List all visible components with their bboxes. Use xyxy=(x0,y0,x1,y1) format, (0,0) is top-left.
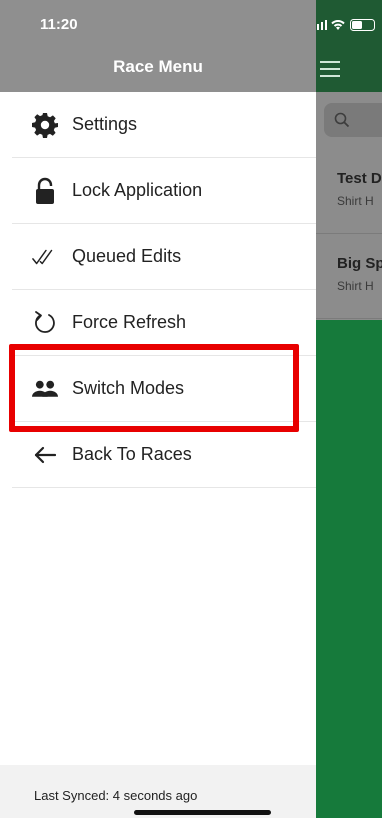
race-subtitle: Shirt H xyxy=(337,279,374,293)
status-time: 11:20 xyxy=(40,16,78,33)
status-icons xyxy=(316,12,382,32)
last-synced-text: Last Synced: 4 seconds ago xyxy=(34,788,198,803)
menu-item-label: Settings xyxy=(72,114,138,134)
arrow-left-icon xyxy=(32,443,58,467)
menu-item-lock-application[interactable]: Lock Application xyxy=(12,158,316,224)
background-app: Test D Shirt H Big Sp Shirt H xyxy=(316,0,382,818)
drawer-header: 11:20 Race Menu xyxy=(0,0,316,92)
drawer-title: Race Menu xyxy=(113,57,203,76)
race-title: Test D xyxy=(337,170,382,187)
race-title: Big Sp xyxy=(337,255,382,272)
app-header xyxy=(316,0,382,92)
menu-item-settings[interactable]: Settings xyxy=(12,92,316,158)
menu-item-label: Queued Edits xyxy=(72,246,182,266)
app-body xyxy=(316,320,382,818)
lock-icon xyxy=(32,177,58,204)
race-subtitle: Shirt H xyxy=(337,194,374,208)
menu-item-label: Back To Races xyxy=(72,444,192,464)
highlight-box xyxy=(9,344,299,432)
wifi-icon xyxy=(331,20,345,30)
home-indicator xyxy=(134,810,271,815)
signal-icon xyxy=(317,20,327,30)
menu-item-label: Force Refresh xyxy=(72,312,187,332)
menu-item-queued-edits[interactable]: Queued Edits xyxy=(12,224,316,290)
refresh-icon xyxy=(32,311,58,335)
hamburger-menu-icon[interactable] xyxy=(320,61,340,77)
menu-item-label: Lock Application xyxy=(72,180,203,200)
search-icon xyxy=(334,112,350,128)
search-input[interactable] xyxy=(324,103,382,137)
race-list-item[interactable]: Test D Shirt H xyxy=(316,150,382,234)
battery-icon xyxy=(350,19,375,31)
gear-icon xyxy=(32,113,58,138)
race-list-item[interactable]: Big Sp Shirt H xyxy=(316,235,382,319)
double-check-icon xyxy=(32,245,58,269)
race-menu-drawer: 11:20 Race Menu Settings Lock Applicatio… xyxy=(0,0,316,818)
